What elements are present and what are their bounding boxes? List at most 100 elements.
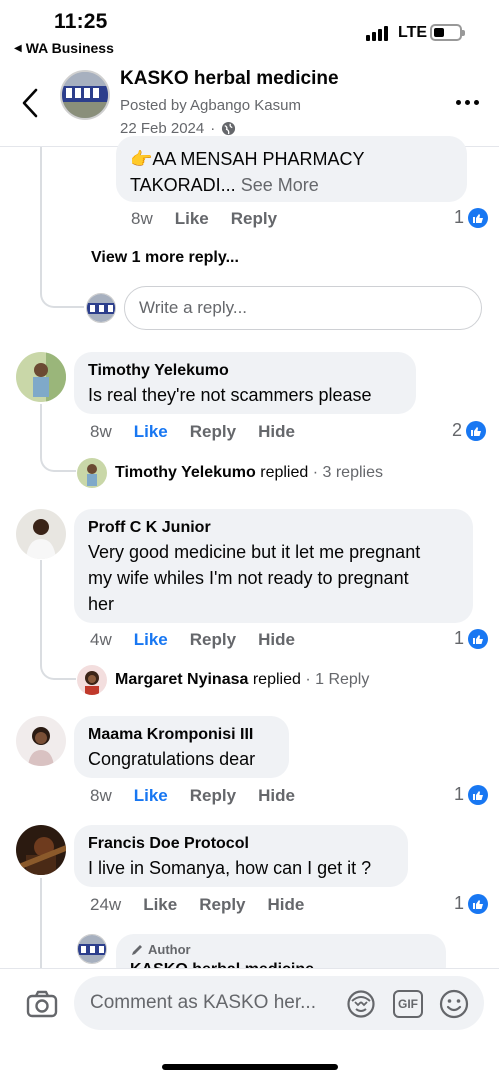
thread-curve [40,230,84,308]
comment-text-line: my wife whiles I'm not ready to pregnant [88,568,409,588]
comment-actions: 24w Like Reply Hide [90,895,326,915]
comment-actions: 8w Like Reply Hide [90,422,317,442]
comment-age: 24w [90,895,122,914]
like-button[interactable]: Like [134,422,168,442]
back-triangle-icon: ◀ [14,42,22,54]
reply-button[interactable]: Reply [199,895,245,915]
more-options-icon[interactable] [456,100,479,105]
avatar-sticker-icon[interactable] [346,989,376,1024]
like-reaction-icon [468,628,489,649]
reply-author: Timothy Yelekumo [115,464,256,481]
reply-avatar [77,934,107,964]
reaction-number: 1 [454,207,465,227]
reaction-number: 1 [454,628,465,648]
comment-actions: 8w Like Reply [131,209,299,229]
avatar[interactable] [16,716,66,766]
comment-placeholder: Comment as KASKO her... [90,992,316,1013]
avatar[interactable] [16,352,66,402]
comment-bubble[interactable]: Proff C K Junior Very good medicine but … [74,509,473,623]
view-more-replies[interactable]: View 1 more reply... [91,249,239,267]
comment-text: Is real they're not scammers please [88,385,372,405]
like-reaction-icon [466,420,487,441]
network-label: LTE [398,24,428,41]
reply-count: · 1 Reply [305,671,370,688]
reply-count: · 3 replies [312,464,383,481]
globe-icon [222,121,236,136]
see-more-link[interactable]: See More [241,175,319,195]
comment-text: Congratulations dear [88,749,256,769]
signal-icon [366,25,388,41]
comment-text-line: her [88,594,115,614]
like-button[interactable]: Like [134,786,168,806]
my-avatar [86,293,116,323]
reaction-count[interactable]: 1 [454,893,489,914]
comment-bubble[interactable]: Francis Doe Protocol I live in Somanya, … [74,825,408,887]
reaction-count[interactable]: 1 [454,628,489,649]
home-indicator [162,1064,338,1070]
write-reply-input[interactable]: Write a reply... [124,286,482,330]
back-to-app-link[interactable]: ◀ WA Business [14,40,114,56]
like-reaction-icon [468,207,489,228]
avatar[interactable] [16,825,66,875]
date-separator: · [210,120,216,137]
author-badge-label: Author [148,942,191,957]
comment-bubble[interactable]: Maama Kromponisi III Congratulations dea… [74,716,289,778]
reply-button[interactable]: Reply [190,422,236,442]
gif-label: GIF [398,997,418,1011]
reply-verb: replied [260,464,309,481]
thread-curve [40,440,76,472]
thread-line [40,878,42,968]
like-reaction-icon [468,784,489,805]
reply-avatar [77,458,107,488]
author-badge: Author [130,942,432,957]
camera-icon[interactable] [26,990,58,1023]
comment-bubble[interactable]: Timothy Yelekumo Is real they're not sca… [74,352,416,414]
page-title[interactable]: KASKO herbal medicine [120,68,339,90]
reaction-count[interactable]: 1 [454,784,489,805]
like-button[interactable]: Like [175,209,209,229]
reply-author: Margaret Nyinasa [115,671,249,688]
avatar[interactable] [16,509,66,559]
comment-author[interactable]: Timothy Yelekumo [88,360,402,382]
reaction-count[interactable]: 2 [452,420,487,441]
reply-avatar [77,665,107,695]
gif-button[interactable]: GIF [393,990,423,1018]
comment-age: 8w [90,786,112,805]
comment-text-truncated: TAKORADI... [130,175,236,195]
like-button[interactable]: Like [134,630,168,650]
reply-button[interactable]: Reply [231,209,277,229]
reply-button[interactable]: Reply [190,786,236,806]
reaction-number: 1 [454,893,465,913]
comment-text-line2: TAKORADI... See More [130,172,453,198]
post-date-text: 22 Feb 2024 [120,120,205,137]
comment-author[interactable]: Proff C K Junior [88,517,459,539]
replies-summary[interactable]: Margaret Nyinasa replied · 1 Reply [77,665,369,695]
replies-summary[interactable]: Timothy Yelekumo replied · 3 replies [77,458,383,488]
hide-button[interactable]: Hide [268,895,305,915]
comment-author[interactable]: Maama Kromponisi III [88,724,275,746]
thread-line [40,560,42,660]
comment-text-line: Very good medicine but it let me pregnan… [88,542,421,562]
comment-age: 8w [90,422,112,441]
posted-by: Posted by Agbango Kasum [120,97,301,114]
comment-text-line1: 👉AA MENSAH PHARMACY [130,149,365,169]
comment-age: 8w [131,209,153,228]
like-button[interactable]: Like [143,895,177,915]
reply-button[interactable]: Reply [190,630,236,650]
comment-author[interactable]: Francis Doe Protocol [88,833,394,855]
battery-icon [430,24,465,41]
reaction-count[interactable]: 1 [454,207,489,228]
page-avatar[interactable] [60,70,110,120]
back-arrow-icon[interactable] [18,86,48,120]
reply-verb: replied [252,671,301,688]
comment-actions: 8w Like Reply Hide [90,786,317,806]
emoji-icon[interactable] [438,988,470,1025]
hide-button[interactable]: Hide [258,422,295,442]
hide-button[interactable]: Hide [258,630,295,650]
comment-bubble[interactable]: 👉AA MENSAH PHARMACY TAKORADI... See More [116,136,467,202]
comment-actions: 4w Like Reply Hide [90,630,317,650]
thread-curve [40,648,76,680]
hide-button[interactable]: Hide [258,786,295,806]
comment-text: I live in Somanya, how can I get it ? [88,858,372,878]
reaction-number: 1 [454,784,465,804]
